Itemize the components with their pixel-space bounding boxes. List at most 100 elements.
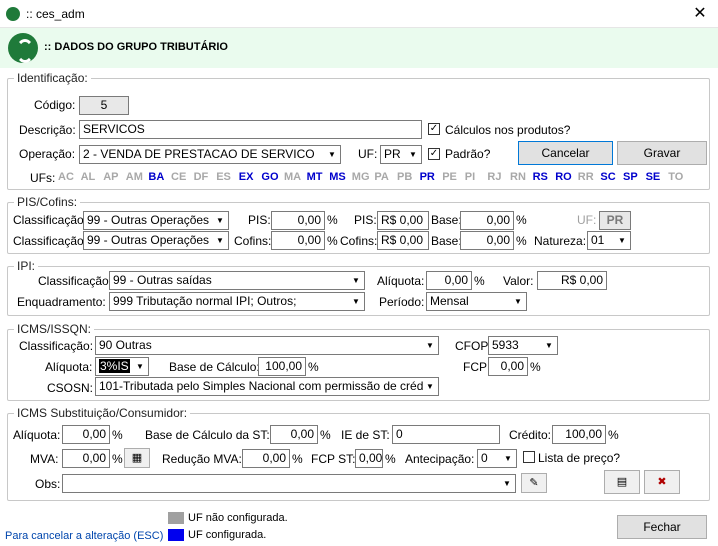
form-title: :: DADOS DO GRUPO TRIBUTÁRIO [44,41,228,53]
cofins-classificacao-select[interactable]: 99 - Outras Operações ▼ [83,231,229,250]
pis-valor-input[interactable]: R$ 0,00 [377,211,429,230]
uf-es[interactable]: ES [216,171,231,183]
cofins-classificacao-value: 99 - Outras Operações [87,233,210,247]
st-aliquota-percent: % [112,428,123,442]
uf-ac[interactable]: AC [58,171,74,183]
st-credito-input[interactable]: 100,00 [552,425,606,444]
uf-se[interactable]: SE [646,171,661,183]
st-ie-input[interactable]: 0 [392,425,500,444]
icms-base-percent: % [308,360,319,374]
cfop-select[interactable]: 5933 ▼ [488,336,558,355]
uf-go[interactable]: GO [261,171,278,183]
uf-pe[interactable]: PE [442,171,457,183]
padrao-checkbox[interactable]: ✓ [428,148,440,160]
st-antecipacao-value: 0 [481,451,488,465]
ipi-classificacao-value: 99 - Outras saídas [113,273,212,287]
legend-blue-swatch [168,529,184,541]
uf-list: AC AL AP AM BA CE DF ES EX GO MA MT MS MG PA PB PR PE PI RJ… [58,171,708,185]
uf-ba[interactable]: BA [148,171,164,183]
pis-input[interactable]: 0,00 [271,211,325,230]
chevron-down-icon: ▼ [409,150,417,159]
gravar-button[interactable]: Gravar [617,141,707,165]
lista-preco-checkbox[interactable] [523,451,535,463]
obs-select[interactable]: ▼ [62,474,516,493]
uf-df[interactable]: DF [194,171,209,183]
ipi-enquadramento-select[interactable]: 999 Tributação normal IPI; Outros; ▼ [109,292,365,311]
csosn-select[interactable]: 101-Tributada pelo Simples Nacional com … [95,377,439,396]
pis-base-input[interactable]: 0,00 [460,211,514,230]
uf-ro[interactable]: RO [555,171,572,183]
csosn-label: CSOSN: [47,381,94,395]
pis-uf-label: UF: [577,213,597,227]
icms-base-input[interactable]: 100,00 [258,357,306,376]
chevron-down-icon: ▼ [136,362,144,371]
uf-pi[interactable]: PI [465,171,475,183]
st-mva-input[interactable]: 0,00 [62,449,110,468]
uf-al[interactable]: AL [81,171,96,183]
uf-mg[interactable]: MG [352,171,370,183]
chevron-down-icon: ▼ [352,297,360,306]
st-reducao-input[interactable]: 0,00 [242,449,290,468]
logo-icon [8,33,38,63]
st-aliquota-label: Alíquota: [13,428,61,442]
st-mva-label: MVA: [30,452,59,466]
fechar-button[interactable]: Fechar [617,515,707,539]
edit-note-icon[interactable]: ✎ [521,473,547,493]
st-base-input[interactable]: 0,00 [270,425,318,444]
pis-valor-label: PIS: [354,213,377,227]
descricao-label: Descrição: [19,123,76,137]
uf-pa[interactable]: PA [374,171,388,183]
uf-ap[interactable]: AP [103,171,118,183]
uf-rn[interactable]: RN [510,171,526,183]
ipi-classificacao-select[interactable]: 99 - Outras saídas ▼ [109,271,365,290]
chevron-down-icon: ▼ [514,297,522,306]
cofins-base-input[interactable]: 0,00 [460,231,514,250]
uf-pb[interactable]: PB [397,171,412,183]
uf-to[interactable]: TO [668,171,683,183]
ipi-periodo-value: Mensal [430,294,469,308]
uf-ms[interactable]: MS [329,171,346,183]
pis-classificacao-select[interactable]: 99 - Outras Operações ▼ [83,211,229,230]
uf-rs[interactable]: RS [533,171,548,183]
uf-pr[interactable]: PR [420,171,435,183]
uf-ma[interactable]: MA [284,171,301,183]
icms-classificacao-value: 90 Outras [99,338,152,352]
st-aliquota-input[interactable]: 0,00 [62,425,110,444]
codigo-label: Código: [34,98,76,112]
close-icon[interactable]: ✕ [690,4,710,24]
operacao-select[interactable]: 2 - VENDA DE PRESTACAO DE SERVICO ▼ [79,145,341,164]
ipi-valor-input[interactable]: R$ 0,00 [537,271,607,290]
uf-ce[interactable]: CE [171,171,186,183]
uf-mt[interactable]: MT [307,171,323,183]
st-antecipacao-select[interactable]: 0 ▼ [477,449,517,468]
cofins-input[interactable]: 0,00 [271,231,325,250]
uf-select[interactable]: PR ▼ [380,145,422,164]
uf-rj[interactable]: RJ [487,171,501,183]
cofins-classificacao-label: Classificação: [13,234,88,248]
uf-rr[interactable]: RR [578,171,594,183]
ipi-periodo-select[interactable]: Mensal ▼ [426,292,527,311]
icms-aliquota-select[interactable]: 3%IS ▼ [95,357,149,376]
st-base-label: Base de Cálculo da ST: [145,428,270,442]
ipi-aliquota-input[interactable]: 0,00 [426,271,472,290]
uf-sp[interactable]: SP [623,171,638,183]
uf-sc[interactable]: SC [600,171,615,183]
fcp-percent: % [530,360,541,374]
icms-classificacao-select[interactable]: 90 Outras ▼ [95,336,439,355]
operacao-label: Operação: [19,147,76,161]
fcp-input[interactable]: 0,00 [488,357,528,376]
delete-row-icon[interactable]: ✖ [644,470,680,494]
add-row-icon[interactable]: ▤ [604,470,640,494]
descricao-input[interactable]: SERVICOS [79,120,422,139]
natureza-select[interactable]: 01 ▼ [587,231,631,250]
ipi-enquadramento-value: 999 Tributação normal IPI; Outros; [113,294,297,308]
calculos-checkbox[interactable]: ✓ [428,123,440,135]
icms-base-label: Base de Cálculo: [169,360,260,374]
operacao-value: 2 - VENDA DE PRESTACAO DE SERVICO [83,147,315,161]
st-fcpst-input[interactable]: 0,00 [355,449,383,468]
cofins-valor-input[interactable]: R$ 0,00 [377,231,429,250]
calculator-icon[interactable]: ▦ [124,448,150,468]
uf-ex[interactable]: EX [239,171,254,183]
uf-am[interactable]: AM [126,171,143,183]
cancelar-button[interactable]: Cancelar [518,141,613,165]
